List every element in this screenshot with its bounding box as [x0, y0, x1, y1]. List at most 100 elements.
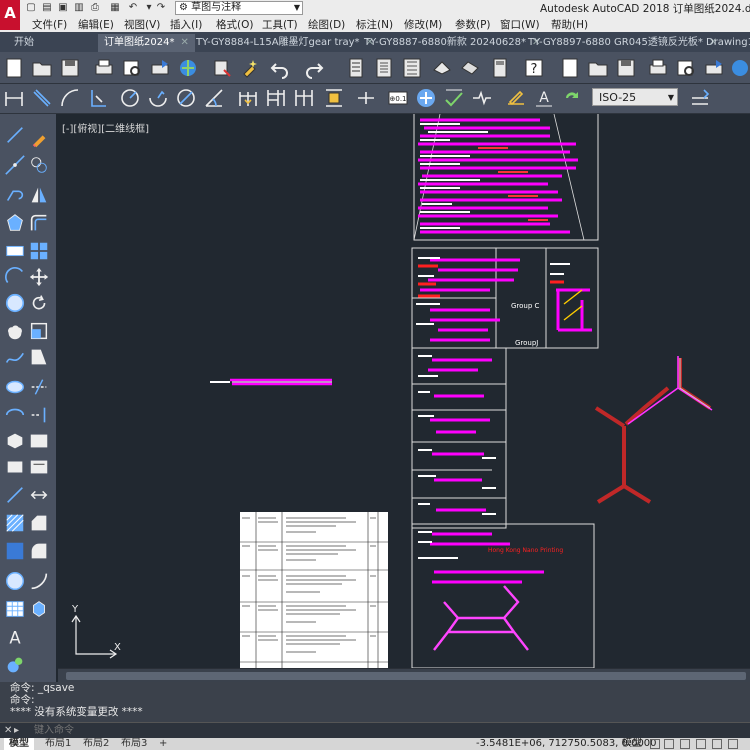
quick-dimension-icon[interactable] [236, 86, 260, 110]
save-icon[interactable]: ▣ [56, 1, 70, 14]
erase-icon[interactable] [28, 128, 50, 150]
grid-icon[interactable] [650, 739, 660, 749]
publish-2-icon[interactable] [702, 56, 726, 80]
table-icon[interactable] [4, 598, 26, 620]
print-icon[interactable]: ⎙ [88, 1, 102, 14]
osnap-icon[interactable] [712, 739, 722, 749]
menu-tools[interactable]: 工具(T) [262, 17, 298, 32]
app-logo[interactable]: A [0, 0, 20, 30]
aligned-dimension-icon[interactable] [30, 86, 54, 110]
help-icon[interactable]: ? [522, 56, 546, 80]
drawing-canvas[interactable]: [-][俯视][二维线框] Group C GroupJ Hong Kong N… [58, 114, 750, 668]
dimension-edit-icon[interactable] [504, 86, 528, 110]
add-selected-icon[interactable] [4, 654, 26, 676]
dimension-style-icon[interactable] [688, 86, 712, 110]
array-icon[interactable] [28, 240, 50, 262]
insert-block-icon[interactable] [4, 430, 26, 452]
viewport-controls[interactable]: [-][俯视][二维线框] [62, 120, 149, 135]
tab-gy8884[interactable]: TY-GY8884-L15A雕墨灯gear tray* ✕ [190, 34, 380, 52]
open-2-icon[interactable] [586, 56, 610, 80]
close-icon[interactable]: ✕ [4, 725, 12, 736]
tab-gy8897[interactable]: TY-GY8897-6880 GR045透镜反光板* ✕ [522, 34, 723, 52]
linear-dimension-icon[interactable] [2, 86, 26, 110]
jogged-linear-icon[interactable] [470, 86, 494, 110]
save-2-icon[interactable] [614, 56, 638, 80]
line-icon[interactable] [4, 124, 26, 146]
baseline-dimension-icon[interactable] [264, 86, 288, 110]
properties-icon[interactable] [344, 56, 368, 80]
multiline-text-icon[interactable]: A [4, 626, 26, 648]
undo-icon[interactable]: ↶ [126, 1, 140, 14]
menu-view[interactable]: 视图(V) [124, 17, 160, 32]
tab-gy8887[interactable]: TY-GY8887-6880新款 20240628* ✕ [358, 34, 546, 52]
new-file-icon[interactable]: ▢ [24, 1, 38, 14]
menu-file[interactable]: 文件(F) [32, 17, 67, 32]
menu-help[interactable]: 帮助(H) [551, 17, 588, 32]
tab-order-drawing[interactable]: 订单图纸2024* ✕ [98, 34, 195, 52]
copy-icon[interactable] [28, 154, 50, 176]
layout-tab-2[interactable]: 布局2 [78, 738, 114, 750]
horizontal-scrollbar[interactable] [58, 668, 750, 682]
menu-modify[interactable]: 修改(M) [404, 17, 442, 32]
preview-2-icon[interactable] [674, 56, 698, 80]
otrack-icon[interactable] [728, 739, 738, 749]
hatch-icon[interactable] [4, 512, 26, 534]
add-layout-button[interactable]: + [154, 738, 172, 750]
3d-dwf-2-icon[interactable] [728, 56, 750, 80]
join-icon[interactable] [28, 484, 50, 506]
jogged-dimension-icon[interactable] [146, 86, 170, 110]
command-prompt-icon[interactable]: ▸ [14, 725, 19, 736]
tab-drawing1[interactable]: Drawing1* [700, 34, 750, 52]
spline-icon[interactable] [4, 346, 26, 368]
trim-icon[interactable] [28, 376, 50, 398]
sheet-set-icon[interactable] [430, 56, 454, 80]
snap-icon[interactable] [664, 739, 674, 749]
polyline-icon[interactable] [4, 184, 26, 206]
layout-tab-3[interactable]: 布局3 [116, 738, 152, 750]
calculator-icon[interactable] [488, 56, 512, 80]
ordinate-dimension-icon[interactable] [86, 86, 110, 110]
markup-icon[interactable] [458, 56, 482, 80]
menu-insert[interactable]: 插入(I) [170, 17, 202, 32]
center-mark-icon[interactable] [414, 86, 438, 110]
match-properties-icon[interactable] [238, 56, 262, 80]
command-input[interactable] [34, 724, 454, 737]
new-icon[interactable] [2, 56, 26, 80]
menu-dimension[interactable]: 标注(N) [356, 17, 393, 32]
plot-icon[interactable]: ▦ [108, 1, 122, 14]
plot-preview-icon[interactable] [120, 56, 144, 80]
rotate-icon[interactable] [28, 292, 50, 314]
cut-icon[interactable] [210, 56, 234, 80]
menu-edit[interactable]: 编辑(E) [78, 17, 114, 32]
continue-dimension-icon[interactable] [292, 86, 316, 110]
save-icon[interactable] [58, 56, 82, 80]
tab-start[interactable]: 开始 [8, 34, 40, 52]
plot-2-icon[interactable] [646, 56, 670, 80]
tolerance-icon[interactable]: ⊕0.1 [386, 86, 410, 110]
break-icon[interactable] [28, 430, 50, 452]
gradient-icon[interactable] [4, 540, 26, 562]
blend-curves-icon[interactable] [28, 570, 50, 592]
menu-parametric[interactable]: 参数(P) [455, 17, 491, 32]
layout-tab-1[interactable]: 布局1 [40, 738, 76, 750]
undo-icon[interactable] [268, 56, 292, 80]
angular-dimension-icon[interactable] [202, 86, 226, 110]
dimension-style-select[interactable]: ISO-25 ▼ [592, 88, 678, 106]
redo-icon[interactable]: ↷ [154, 1, 168, 14]
ortho-icon[interactable] [680, 739, 690, 749]
open-icon[interactable] [30, 56, 54, 80]
arc-icon[interactable] [4, 266, 26, 288]
mirror-icon[interactable] [28, 184, 50, 206]
plot-icon[interactable] [92, 56, 116, 80]
save-as-icon[interactable]: ▥ [72, 1, 86, 14]
polar-icon[interactable] [696, 739, 706, 749]
chamfer-icon[interactable] [28, 512, 50, 534]
rectangle-icon[interactable] [4, 240, 26, 262]
extend-icon[interactable] [28, 404, 50, 426]
region-icon[interactable] [4, 570, 26, 592]
dimension-text-edit-icon[interactable]: A [532, 86, 556, 110]
menu-format[interactable]: 格式(O) [216, 17, 253, 32]
radius-dimension-icon[interactable] [118, 86, 142, 110]
publish-icon[interactable] [148, 56, 172, 80]
inspection-icon[interactable] [442, 86, 466, 110]
